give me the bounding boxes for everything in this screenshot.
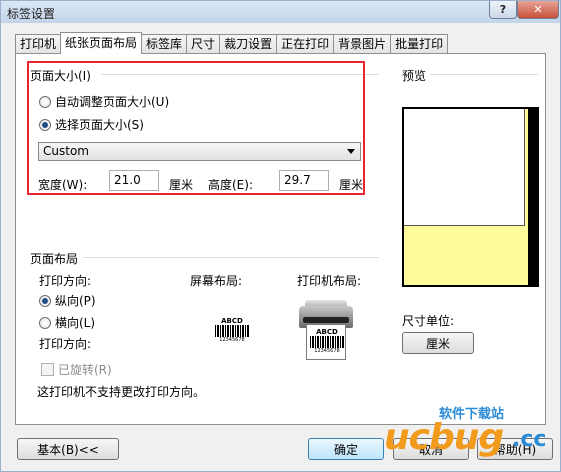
printer-paper: ABCD 12345678 (306, 324, 346, 360)
page-preview (402, 107, 539, 287)
unit-label: 尺寸单位: (402, 314, 455, 328)
watermark-logo: ucbug (384, 417, 504, 458)
tab-batch-print[interactable]: 批量打印 (390, 34, 449, 54)
rotated-label: 已旋转(R) (58, 363, 112, 377)
print-direction-label: 打印方向: (39, 337, 92, 351)
tab-size[interactable]: 尺寸 (186, 34, 221, 54)
watermark-tld: .cc (512, 427, 547, 452)
landscape-radio[interactable]: 横向(L) (39, 314, 95, 331)
tab-printing[interactable]: 正在打印 (276, 34, 335, 54)
landscape-label: 横向(L) (55, 316, 96, 330)
printer-layout-label: 打印机布局: (297, 274, 362, 288)
tab-background[interactable]: 背景图片 (333, 34, 392, 54)
radio-indicator (39, 316, 51, 329)
barcode-digits: 12345678 (314, 348, 340, 354)
help-title-button[interactable]: ? (489, 1, 517, 19)
radio-indicator (39, 294, 51, 307)
close-button[interactable]: ✕ (517, 1, 559, 19)
barcode-caption: ABCD (221, 317, 243, 325)
rotated-checkbox[interactable]: 已旋转(R) (41, 361, 112, 378)
basic-toggle-button[interactable]: 基本(B)<< (17, 438, 119, 460)
tab-label-library[interactable]: 标签库 (141, 34, 188, 54)
tab-bar: 打印机 纸张页面布局 标签库 尺寸 裁刀设置 正在打印 背景图片 批量打印 (15, 32, 449, 54)
barcode-caption: ABCD (316, 328, 338, 336)
orientation-label: 打印方向: (39, 274, 92, 288)
question-icon: ? (499, 3, 507, 16)
preview-label: 预览 (402, 69, 427, 83)
ok-button[interactable]: 确定 (308, 438, 384, 460)
barcode-bars (310, 336, 344, 348)
portrait-label: 纵向(P) (55, 294, 96, 308)
close-icon: ✕ (533, 3, 543, 16)
unit-button[interactable]: 厘米 (402, 332, 474, 354)
layout-group-label: 页面布局 (30, 252, 79, 266)
barcode-bars (215, 325, 249, 337)
checkbox-box (41, 363, 54, 376)
tab-printer[interactable]: 打印机 (15, 34, 62, 54)
preview-divider (430, 74, 538, 75)
title-bar: 标签设置 ? ✕ (1, 1, 560, 23)
printer-icon: ABCD 12345678 (297, 298, 355, 360)
layout-divider (83, 257, 379, 258)
screen-layout-barcode-icon: ABCD 12345678 (215, 317, 249, 343)
tab-cutter[interactable]: 裁刀设置 (219, 34, 278, 54)
window-title: 标签设置 (7, 7, 56, 21)
screen-layout-label: 屏幕布局: (190, 274, 243, 288)
label-settings-dialog: 标签设置 ? ✕ 打印机 纸张页面布局 标签库 尺寸 裁刀设置 正在打印 背景图… (0, 0, 561, 472)
barcode-digits: 12345678 (219, 337, 245, 343)
tab-paper-layout[interactable]: 纸张页面布局 (60, 32, 143, 54)
orientation-note: 这打印机不支持更改打印方向。 (37, 385, 206, 399)
printer-slot (303, 317, 349, 323)
highlight-box (27, 61, 365, 195)
site-watermark: 软件下载站 ucbug .cc (384, 403, 561, 472)
printer-layout-barcode-icon: ABCD 12345678 (310, 328, 344, 354)
portrait-radio[interactable]: 纵向(P) (39, 292, 96, 309)
preview-label-area (404, 109, 525, 226)
